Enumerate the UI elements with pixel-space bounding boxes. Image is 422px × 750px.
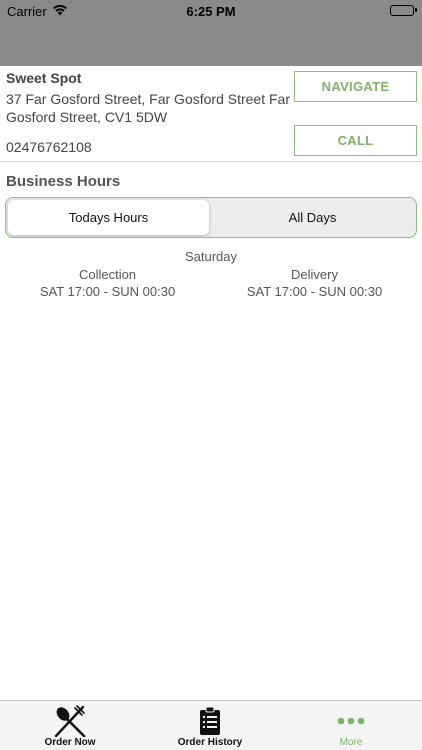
status-bar: Carrier 6:25 PM: [0, 0, 422, 22]
call-button[interactable]: CALL: [294, 125, 417, 156]
tab-order-now[interactable]: Order Now: [0, 701, 140, 750]
tab-more-label: More: [339, 737, 363, 748]
status-time: 6:25 PM: [186, 4, 236, 19]
utensils-icon: [0, 705, 140, 737]
delivery-column: Delivery SAT 17:00 - SUN 00:30: [209, 266, 420, 300]
collection-column: Collection SAT 17:00 - SUN 00:30: [2, 266, 213, 300]
more-dots-icon: [281, 705, 421, 737]
delivery-label: Delivery: [291, 267, 338, 282]
tab-todays-hours[interactable]: Todays Hours: [8, 200, 209, 235]
store-address: 37 Far Gosford Street, Far Gosford Stree…: [6, 91, 290, 125]
navigation-bar: [0, 22, 422, 66]
hours-segmented-control: Todays Hours All Days: [5, 197, 417, 238]
tab-bar: Order Now Order History More: [0, 700, 422, 750]
tab-order-now-label: Order Now: [44, 737, 96, 748]
tab-order-history-label: Order History: [177, 737, 243, 748]
tab-all-days[interactable]: All Days: [211, 200, 414, 235]
clipboard-icon: [140, 705, 280, 737]
store-phone: 02476762108: [6, 139, 92, 155]
tab-more[interactable]: More: [281, 701, 421, 750]
delivery-hours: SAT 17:00 - SUN 00:30: [246, 284, 383, 299]
store-name: Sweet Spot: [6, 70, 82, 86]
hours-day: Saturday: [184, 249, 238, 264]
store-info: Sweet Spot 37 Far Gosford Street, Far Go…: [0, 66, 422, 162]
battery-icon: [390, 5, 417, 16]
collection-hours: SAT 17:00 - SUN 00:30: [39, 284, 176, 299]
collection-label: Collection: [78, 267, 137, 282]
tab-order-history[interactable]: Order History: [140, 701, 280, 750]
navigate-button[interactable]: NAVIGATE: [294, 71, 417, 102]
business-hours-title: Business Hours: [6, 173, 121, 190]
